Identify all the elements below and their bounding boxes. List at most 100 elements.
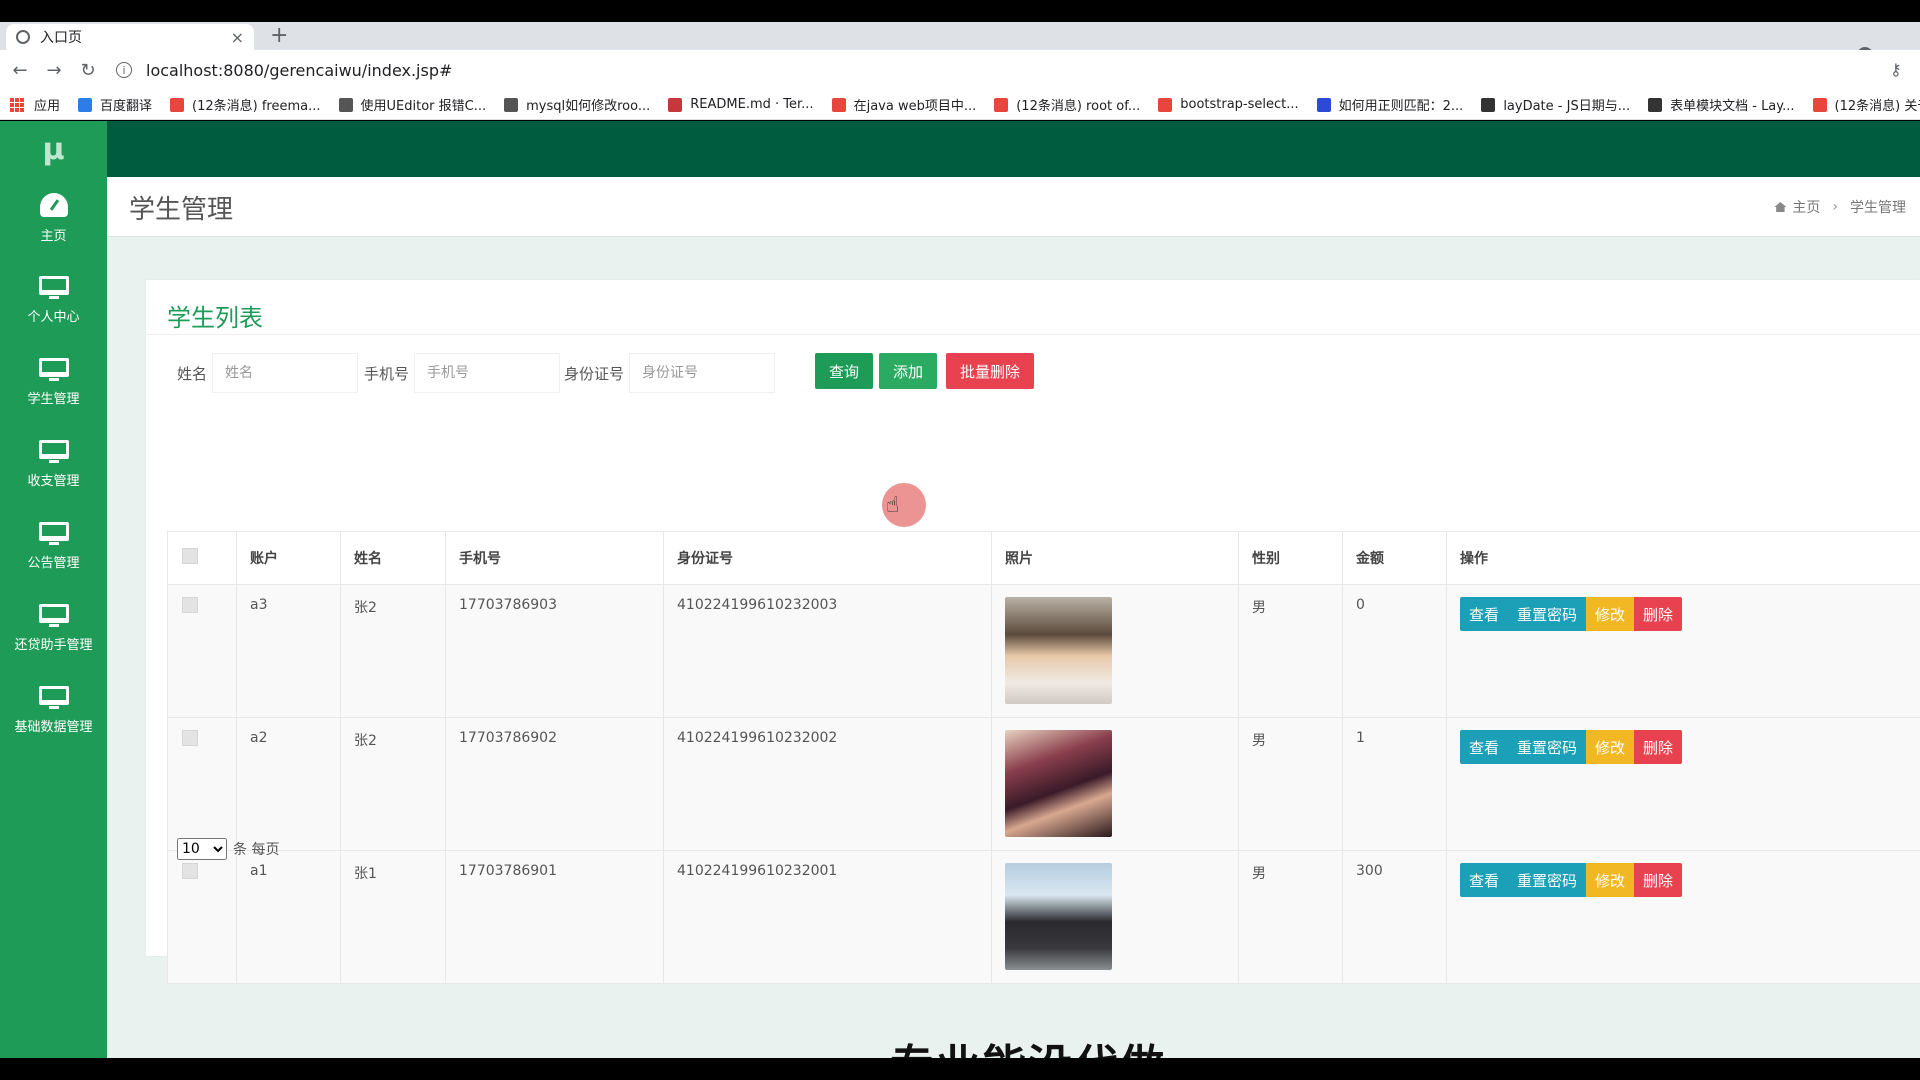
bookmark-item[interactable]: 如何用正则匹配：2...: [1316, 95, 1464, 114]
apps-dot: [15, 107, 19, 112]
bookmark-item[interactable]: README.md · Ter...: [668, 97, 814, 112]
name-input[interactable]: [212, 353, 358, 393]
bookmark-item[interactable]: (12条消息) root of...: [994, 95, 1140, 114]
apps-dot: [20, 97, 24, 102]
new-tab-button[interactable]: +: [270, 23, 288, 48]
edit-button[interactable]: 修改: [1586, 863, 1635, 897]
info-icon[interactable]: i: [116, 62, 132, 78]
csdn-icon: [994, 97, 1009, 112]
student-photo[interactable]: [1005, 730, 1112, 837]
monitor-icon: [38, 521, 69, 545]
row-checkbox[interactable]: [182, 597, 198, 613]
layui-icon: [1648, 97, 1663, 112]
forward-arrow-icon[interactable]: →: [40, 60, 68, 81]
id-card-label: 身份证号: [564, 365, 625, 383]
bookmark-item[interactable]: 在java web项目中...: [831, 95, 976, 114]
breadcrumb: 主页 › 学生管理: [1774, 197, 1906, 217]
row-checkbox[interactable]: [182, 730, 198, 746]
bookmark-item[interactable]: bootstrap-select...: [1158, 97, 1299, 112]
tab-close-button[interactable]: ×: [231, 28, 244, 47]
app-logo[interactable]: μ: [0, 121, 107, 177]
reset-password-button[interactable]: 重置密码: [1508, 730, 1587, 764]
sidebar-item[interactable]: 还贷助手管理: [0, 587, 107, 669]
cell-phone: 17703786902: [445, 717, 664, 851]
search-form: 姓名 手机号 身份证号 查询 添加 批量删除: [146, 353, 1920, 393]
edit-button[interactable]: 修改: [1586, 730, 1635, 764]
bookmark-item[interactable]: mysql如何修改roo...: [504, 95, 650, 114]
delete-button[interactable]: 删除: [1634, 730, 1683, 764]
batch-delete-button[interactable]: 批量删除: [946, 353, 1035, 389]
bookmark-item[interactable]: layDate - JS日期与...: [1481, 95, 1630, 114]
bookmark-item[interactable]: (12条消息) 关于lay...: [1812, 95, 1920, 114]
query-button[interactable]: 查询: [815, 353, 874, 389]
gitee-icon: [668, 97, 683, 112]
bookmark-item[interactable]: 使用UEditor 报错C...: [338, 95, 486, 114]
edit-button[interactable]: 修改: [1586, 597, 1635, 631]
delete-button[interactable]: 删除: [1634, 863, 1683, 897]
page-header: 学生管理 主页 › 学生管理: [107, 177, 1920, 237]
sidebar-item[interactable]: 公告管理: [0, 505, 107, 587]
address-bar[interactable]: i localhost:8080/gerencaiwu/index.jsp#: [116, 56, 452, 84]
key-icon[interactable]: ⚷: [1890, 60, 1902, 79]
sidebar-item[interactable]: 个人中心: [0, 259, 107, 341]
page-size-select[interactable]: 10: [177, 838, 227, 860]
cell-gender: 男: [1238, 850, 1343, 984]
home-icon: [1774, 202, 1787, 212]
browser-tabstrip: 入口页 × + —: [0, 22, 1920, 63]
bookmark-label: 百度翻译: [100, 99, 153, 114]
sidebar-item-label: 主页: [40, 228, 67, 244]
id-card-input[interactable]: [629, 353, 775, 393]
view-button[interactable]: 查看: [1460, 730, 1509, 764]
select-all-checkbox[interactable]: [182, 548, 198, 564]
reset-password-button[interactable]: 重置密码: [1508, 863, 1587, 897]
cell-amount: 1: [1342, 717, 1447, 851]
monitor-icon: [38, 357, 69, 381]
cell-id-card: 410224199610232001: [663, 850, 992, 984]
header-photo: 照片: [991, 531, 1239, 585]
header-id-card: 身份证号: [663, 531, 992, 585]
sidebar-item[interactable]: 学生管理: [0, 341, 107, 423]
reset-password-button[interactable]: 重置密码: [1508, 597, 1587, 631]
bookmark-item[interactable]: (12条消息) freema...: [170, 95, 321, 114]
sidebar-item[interactable]: 收支管理: [0, 423, 107, 505]
sidebar-item[interactable]: 主页: [0, 177, 107, 259]
apps-dot: [10, 102, 14, 107]
breadcrumb-home[interactable]: 主页: [1792, 197, 1820, 217]
cell-account: a2: [236, 717, 341, 851]
phone-input[interactable]: [414, 353, 560, 393]
monitor-icon: [38, 603, 69, 627]
student-photo[interactable]: [1005, 597, 1112, 704]
back-arrow-icon[interactable]: ←: [6, 60, 34, 81]
cell-id-card: 410224199610232002: [663, 717, 992, 851]
translate-icon: [78, 97, 93, 112]
header-gender: 性别: [1238, 531, 1343, 585]
bookmark-item[interactable]: 表单模块文档 - Lay...: [1648, 95, 1795, 114]
student-photo[interactable]: [1005, 863, 1112, 970]
delete-button[interactable]: 删除: [1634, 597, 1683, 631]
stand-shape: [48, 459, 59, 463]
row-checkbox[interactable]: [182, 863, 198, 879]
bookmark-item[interactable]: 应用: [10, 95, 60, 114]
reload-icon[interactable]: ↻: [74, 60, 102, 81]
bookmark-label: 如何用正则匹配：2...: [1338, 99, 1464, 114]
screen-shape: [38, 603, 69, 623]
bookmark-label: mysql如何修改roo...: [526, 99, 651, 114]
view-button[interactable]: 查看: [1460, 863, 1509, 897]
header-phone: 手机号: [445, 531, 664, 585]
rook-icon: [504, 97, 519, 112]
cell-gender: 男: [1238, 584, 1343, 718]
letterbox-top: [0, 0, 1920, 22]
apps-dot: [10, 107, 14, 112]
sidebar-item-label: 还贷助手管理: [14, 637, 93, 653]
view-button[interactable]: 查看: [1460, 597, 1509, 631]
cell-id-card: 410224199610232003: [663, 584, 992, 718]
bookmark-item[interactable]: 百度翻译: [78, 95, 152, 114]
url-text[interactable]: localhost:8080/gerencaiwu/index.jsp#: [146, 61, 452, 80]
row-select-cell: [167, 584, 237, 718]
sidebar-item[interactable]: 基础数据管理: [0, 669, 107, 751]
dashboard-icon: [39, 192, 68, 217]
add-button[interactable]: 添加: [879, 353, 938, 389]
bookmark-label: bootstrap-select...: [1180, 97, 1299, 112]
top-navbar: [107, 121, 1920, 177]
browser-tab[interactable]: 入口页 ×: [6, 24, 254, 50]
